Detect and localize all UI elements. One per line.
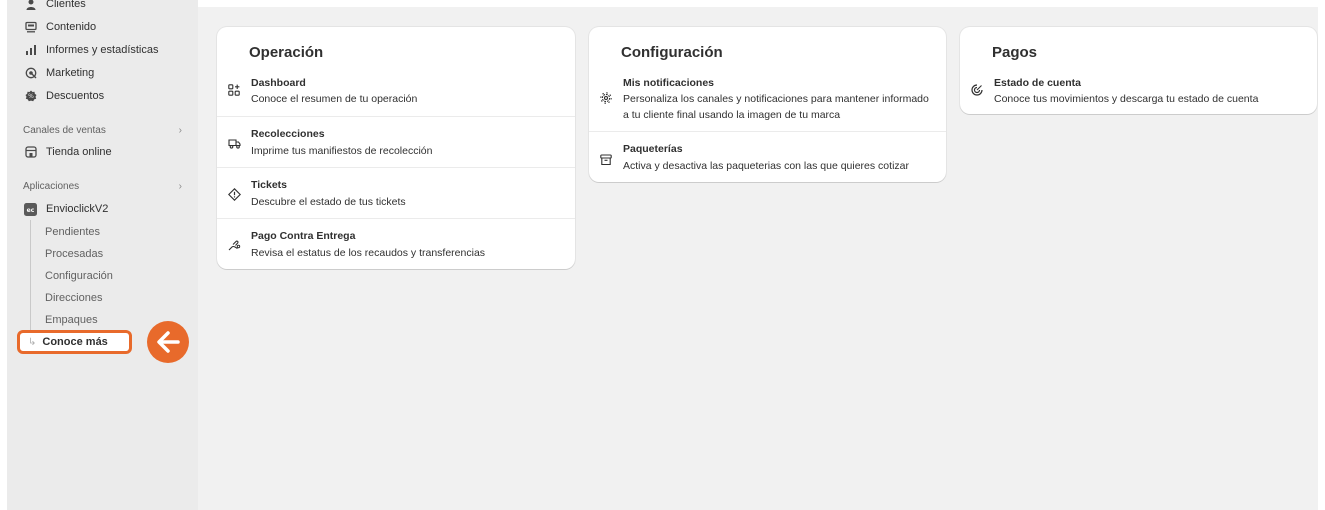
statement-icon	[970, 83, 984, 97]
sidebar-item-envioclick[interactable]: ec EnvioclickV2	[24, 199, 108, 219]
card-title: Pagos	[992, 44, 1038, 61]
truck-icon	[227, 136, 241, 150]
sidebar-item-informes[interactable]: Informes y estadísticas	[24, 40, 159, 60]
chevron-right-icon: ›	[178, 180, 182, 192]
person-icon	[24, 0, 37, 11]
sidebar: Clientes Contenido Informes y estadístic…	[7, 0, 198, 510]
sidebar-subitem-conoce-mas[interactable]: ↳ Conoce más	[17, 330, 132, 354]
card-row-dashboard[interactable]: Dashboard Conoce el resumen de tu operac…	[217, 68, 575, 116]
sidebar-item-label: Clientes	[46, 0, 86, 10]
store-icon	[24, 146, 37, 159]
apps-header[interactable]: Aplicaciones ›	[23, 177, 182, 195]
dashboard-icon	[227, 83, 241, 97]
ticket-icon	[227, 187, 241, 201]
card-row-recolecciones[interactable]: Recolecciones Imprime tus manifiestos de…	[217, 116, 575, 167]
bar-chart-icon	[24, 44, 37, 57]
card-row-estado-de-cuenta[interactable]: Estado de cuenta Conoce tus movimientos …	[960, 68, 1317, 114]
sidebar-item-marketing[interactable]: Marketing	[24, 63, 94, 83]
chevron-right-icon: ›	[178, 124, 182, 136]
arrow-left-icon	[147, 321, 189, 363]
marketing-icon	[24, 67, 37, 80]
submenu-line	[30, 220, 31, 337]
sidebar-item-tienda-online[interactable]: Tienda online	[24, 142, 112, 162]
sidebar-item-label: Marketing	[46, 67, 95, 79]
discount-icon: %	[24, 90, 37, 103]
sales-channels-header[interactable]: Canales de ventas ›	[23, 121, 182, 139]
sidebar-item-label: Tienda online	[46, 146, 112, 158]
sidebar-item-label: Informes y estadísticas	[46, 44, 159, 56]
sidebar-subitem-direcciones[interactable]: Direcciones	[45, 288, 102, 308]
sidebar-subitem-pendientes[interactable]: Pendientes	[45, 222, 100, 242]
sidebar-item-label: EnvioclickV2	[46, 203, 109, 215]
sidebar-item-descuentos[interactable]: % Descuentos	[24, 86, 104, 106]
sidebar-item-contenido[interactable]: Contenido	[24, 17, 96, 37]
svg-text:%: %	[28, 93, 34, 100]
card-configuracion: Configuración Mis notificaciones Persona…	[589, 27, 946, 182]
archive-icon	[599, 153, 613, 167]
elbow-icon: ↳	[28, 336, 37, 348]
sidebar-subitem-empaques[interactable]: Empaques	[45, 310, 98, 330]
card-row-mis-notificaciones[interactable]: Mis notificaciones Personaliza los canal…	[589, 68, 946, 131]
card-row-tickets[interactable]: Tickets Descubre el estado de tus ticket…	[217, 167, 575, 218]
card-row-pago-contra-entrega[interactable]: Pago Contra Entrega Revisa el estatus de…	[217, 218, 575, 269]
sidebar-item-label: Descuentos	[46, 90, 105, 102]
content-icon	[24, 21, 37, 34]
card-pagos: Pagos Estado de cuenta Conoce tus movimi…	[960, 27, 1317, 114]
svg-text:ec: ec	[27, 207, 35, 214]
app-logo-icon: ec	[24, 202, 37, 216]
sidebar-subitem-procesadas[interactable]: Procesadas	[45, 244, 103, 264]
card-title: Configuración	[621, 44, 723, 61]
card-row-paqueterias[interactable]: Paqueterías Activa y desactiva las paque…	[589, 131, 946, 182]
card-operacion: Operación Dashboard Conoce el resumen de…	[217, 27, 575, 269]
hand-money-icon	[227, 238, 241, 252]
sidebar-item-clientes[interactable]: Clientes	[24, 0, 86, 14]
sidebar-subitem-configuracion[interactable]: Configuración	[45, 266, 113, 286]
gear-icon	[599, 91, 613, 105]
card-title: Operación	[249, 44, 324, 61]
sidebar-item-label: Contenido	[46, 21, 97, 33]
